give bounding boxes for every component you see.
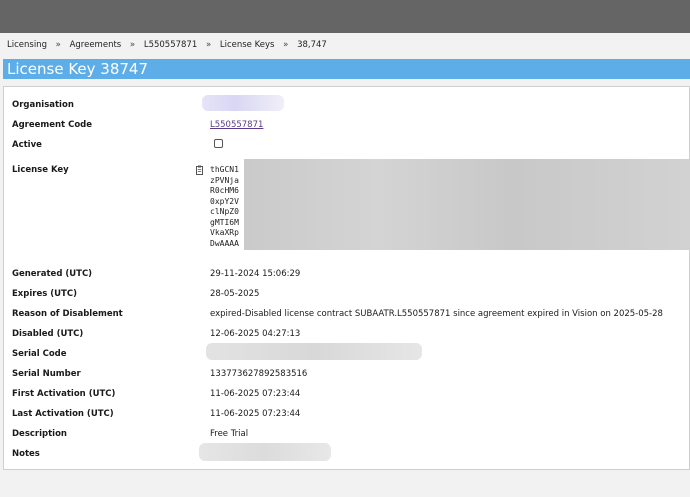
license-key-line: gMTI6M	[210, 217, 239, 227]
breadcrumb-license-keys[interactable]: License Keys	[220, 40, 275, 50]
first-activation-label: First Activation (UTC)	[12, 389, 116, 399]
disabled-label: Disabled (UTC)	[12, 329, 84, 339]
reason-row: Reason of Disablement expired-Disabled l…	[4, 309, 689, 325]
serial-code-label: Serial Code	[12, 349, 67, 359]
breadcrumb-agreement-code[interactable]: L550557871	[144, 40, 197, 50]
license-key-row: License Key thGCN1 zPVNja R0cHM6 0xpY2V …	[4, 159, 690, 255]
license-key-value: thGCN1 zPVNja R0cHM6 0xpY2V clNpZ0 gMTI6…	[210, 165, 239, 249]
description-label: Description	[12, 429, 67, 439]
notes-row: Notes	[4, 443, 689, 465]
expires-label: Expires (UTC)	[12, 289, 77, 299]
serial-number-value: 133773627892583516	[210, 369, 308, 379]
organisation-redacted	[202, 95, 284, 111]
agreement-code-label: Agreement Code	[12, 120, 93, 130]
breadcrumb-current: 38,747	[297, 40, 327, 50]
generated-row: Generated (UTC) 29-11-2024 15:06:29	[4, 269, 689, 285]
clipboard-copy-icon[interactable]	[196, 165, 205, 175]
top-navigation-bar	[0, 0, 690, 33]
generated-label: Generated (UTC)	[12, 269, 93, 279]
license-key-line: zPVNja	[210, 175, 239, 185]
license-key-line: DwAAAA	[210, 238, 239, 248]
expires-value: 28-05-2025	[210, 289, 260, 299]
first-activation-row: First Activation (UTC) 11-06-2025 07:23:…	[4, 389, 689, 405]
first-activation-value: 11-06-2025 07:23:44	[210, 389, 301, 399]
license-key-line: 0xpY2V	[210, 196, 239, 206]
serial-code-row: Serial Code	[4, 343, 689, 365]
license-key-label: License Key	[12, 165, 69, 175]
description-row: Description Free Trial	[4, 429, 689, 445]
organisation-row: Organisation	[4, 95, 689, 116]
last-activation-value: 11-06-2025 07:23:44	[210, 409, 301, 419]
agreement-code-row: Agreement Code L550557871	[4, 120, 689, 136]
serial-number-row: Serial Number 133773627892583516	[4, 369, 689, 385]
breadcrumb-licensing[interactable]: Licensing	[7, 40, 47, 50]
active-checkbox[interactable]	[214, 139, 223, 148]
last-activation-label: Last Activation (UTC)	[12, 409, 114, 419]
disabled-value: 12-06-2025 04:27:13	[210, 329, 301, 339]
active-label: Active	[12, 140, 42, 150]
notes-redacted	[199, 443, 331, 461]
agreement-code-link[interactable]: L550557871	[210, 120, 263, 130]
active-row: Active	[4, 139, 689, 156]
expires-row: Expires (UTC) 28-05-2025	[4, 289, 689, 305]
license-key-details-panel: Organisation Agreement Code L550557871 A…	[3, 86, 690, 470]
license-key-redacted	[244, 159, 690, 250]
notes-label: Notes	[12, 449, 40, 459]
breadcrumb-agreements[interactable]: Agreements	[70, 40, 122, 50]
license-key-line: clNpZ0	[210, 207, 239, 216]
reason-label: Reason of Disablement	[12, 309, 123, 319]
breadcrumb-separator: »	[129, 40, 136, 50]
generated-value: 29-11-2024 15:06:29	[210, 269, 301, 279]
reason-value: expired-Disabled license contract SUBAAT…	[210, 309, 663, 319]
license-key-line: R0cHM6	[210, 186, 239, 195]
serial-number-label: Serial Number	[12, 369, 81, 379]
last-activation-row: Last Activation (UTC) 11-06-2025 07:23:4…	[4, 409, 689, 425]
breadcrumb: Licensing » Agreements » L550557871 » Li…	[7, 40, 327, 50]
description-value: Free Trial	[210, 429, 249, 439]
breadcrumb-separator: »	[205, 40, 212, 50]
breadcrumb-separator: »	[283, 40, 289, 50]
breadcrumb-separator: »	[55, 40, 61, 50]
serial-code-redacted	[206, 343, 422, 360]
organisation-label: Organisation	[12, 100, 74, 110]
license-key-line: thGCN1	[210, 165, 239, 174]
page-title: License Key 38747	[3, 59, 690, 79]
license-key-line: VkaXRp	[210, 228, 239, 237]
